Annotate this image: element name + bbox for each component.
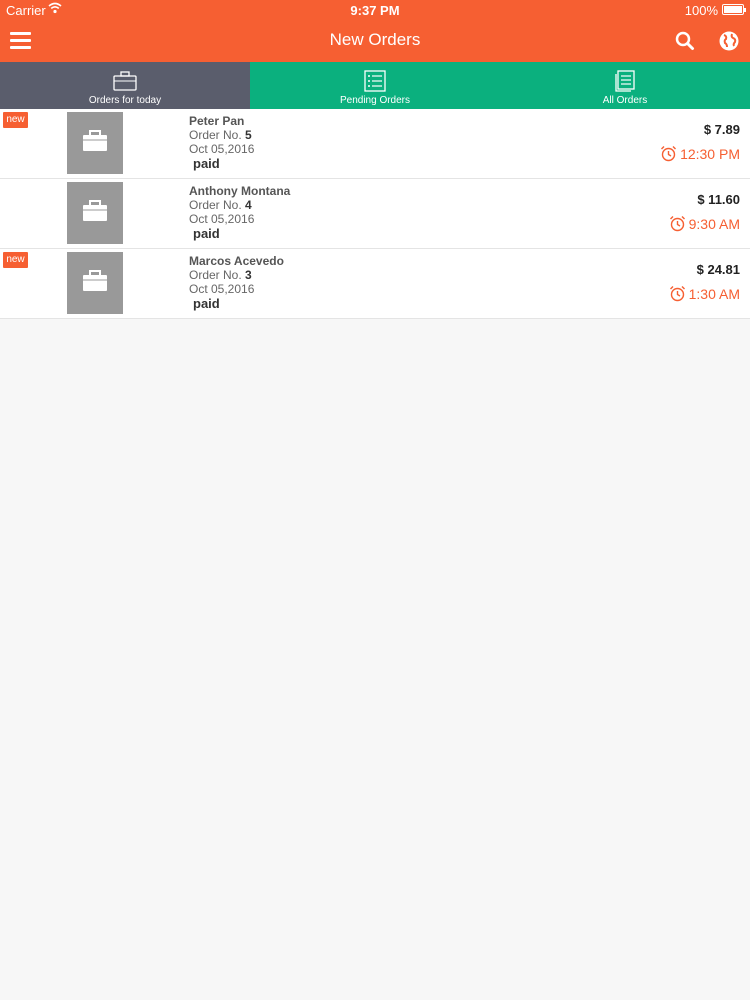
order-number-value: 5 xyxy=(245,128,252,142)
customer-name: Peter Pan xyxy=(189,114,245,128)
payment-status: paid xyxy=(193,296,220,311)
tab-orders-for-today[interactable]: Orders for today xyxy=(0,62,250,109)
orders-list: new Peter Pan Order No. 5 Oct 05,2016 pa… xyxy=(0,109,750,319)
tab-label: Orders for today xyxy=(88,95,162,106)
search-button[interactable] xyxy=(674,30,696,52)
order-time-label: 1:30 AM xyxy=(688,285,740,302)
new-badge: new xyxy=(3,112,28,128)
tab-pending-orders[interactable]: Pending Orders xyxy=(250,62,500,109)
order-amount: $ 11.60 xyxy=(697,192,740,207)
order-time-label: 12:30 PM xyxy=(680,145,740,162)
order-time: 12:30 PM xyxy=(660,145,740,162)
order-number-prefix: Order No. xyxy=(189,128,242,142)
documents-icon xyxy=(615,70,635,92)
briefcase-icon xyxy=(83,200,107,221)
globe-icon xyxy=(719,31,739,51)
order-date: Oct 05,2016 xyxy=(189,212,255,226)
globe-button[interactable] xyxy=(718,30,740,52)
order-thumbnail xyxy=(67,182,123,244)
order-amount: $ 24.81 xyxy=(696,262,740,277)
alarm-clock-icon xyxy=(661,146,677,162)
order-number: Order No. 3 xyxy=(189,268,252,282)
battery-percent: 100% xyxy=(684,3,718,18)
order-time: 1:30 AM xyxy=(669,285,740,302)
order-row[interactable]: Anthony Montana Order No. 4 Oct 05,2016 … xyxy=(0,179,750,249)
status-time: 9:37 PM xyxy=(350,3,400,18)
list-icon xyxy=(364,70,386,92)
order-amount: $ 7.89 xyxy=(703,122,740,137)
briefcase-icon xyxy=(83,270,107,291)
order-date: Oct 05,2016 xyxy=(189,142,255,156)
tab-bar: Orders for today Pending Orders All Orde… xyxy=(0,62,750,109)
order-thumbnail xyxy=(67,252,123,314)
tab-all-orders[interactable]: All Orders xyxy=(500,62,750,109)
order-number-value: 4 xyxy=(245,198,252,212)
customer-name: Anthony Montana xyxy=(189,184,291,198)
new-badge: new xyxy=(3,252,28,268)
search-icon xyxy=(675,31,694,50)
order-time: 9:30 AM xyxy=(669,215,740,232)
order-number-prefix: Order No. xyxy=(189,198,242,212)
order-number: Order No. 5 xyxy=(189,128,252,142)
order-date: Oct 05,2016 xyxy=(189,282,255,296)
tab-label: Pending Orders xyxy=(339,95,411,106)
order-row[interactable]: new Marcos Acevedo Order No. 3 Oct 05,20… xyxy=(0,249,750,319)
alarm-clock-icon xyxy=(669,216,685,232)
tab-label: All Orders xyxy=(602,95,648,106)
order-number: Order No. 4 xyxy=(189,198,252,212)
customer-name: Marcos Acevedo xyxy=(189,254,284,268)
briefcase-icon xyxy=(83,130,107,151)
order-number-value: 3 xyxy=(245,268,252,282)
order-row[interactable]: new Peter Pan Order No. 5 Oct 05,2016 pa… xyxy=(0,109,750,179)
payment-status: paid xyxy=(193,226,220,241)
payment-status: paid xyxy=(193,156,220,171)
order-time-label: 9:30 AM xyxy=(688,215,740,232)
battery-icon xyxy=(722,4,746,15)
page-title: New Orders xyxy=(329,30,421,49)
order-thumbnail xyxy=(67,112,123,174)
status-bar: Carrier 9:37 PM 100% xyxy=(0,0,750,20)
top-bar: Carrier 9:37 PM 100% New Orders xyxy=(0,0,750,62)
briefcase-icon xyxy=(113,71,137,91)
alarm-clock-icon xyxy=(669,286,685,302)
order-number-prefix: Order No. xyxy=(189,268,242,282)
